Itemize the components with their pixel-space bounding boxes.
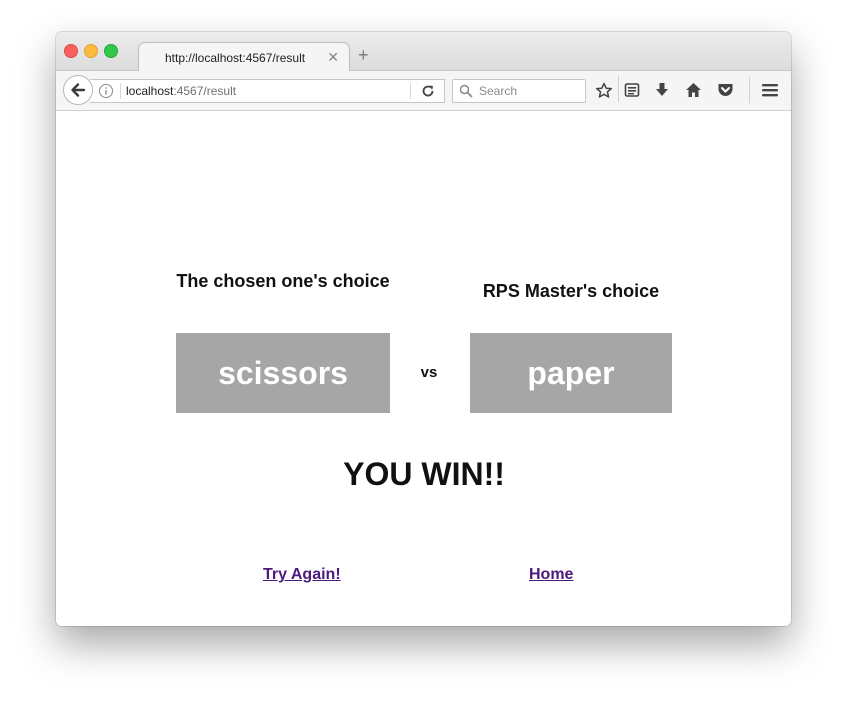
download-icon[interactable] <box>654 82 670 103</box>
player-choice-box: scissors <box>176 333 390 413</box>
title-bar: http://localhost:4567/result ✕ + <box>56 32 791 72</box>
menu-separator <box>749 77 750 103</box>
back-arrow-icon <box>71 83 86 97</box>
maximize-window-button[interactable] <box>104 44 118 58</box>
toolbar-separator <box>618 76 619 102</box>
url-separator <box>120 83 121 99</box>
result-heading: YOU WIN!! <box>343 456 505 492</box>
navigation-toolbar: localhost:4567/result Search <box>56 71 791 111</box>
browser-tab[interactable]: http://localhost:4567/result ✕ <box>138 42 350 72</box>
url-host: localhost <box>126 84 174 98</box>
search-input[interactable]: Search <box>452 79 586 103</box>
url-path: :4567/result <box>173 84 237 98</box>
computer-choice-heading: RPS Master's choice <box>482 281 660 301</box>
search-icon <box>459 84 473 103</box>
bookmark-star-icon[interactable] <box>595 82 613 104</box>
close-window-button[interactable] <box>64 44 78 58</box>
player-choice-heading: The chosen one's choice <box>176 271 390 291</box>
versus-label: vs <box>420 364 438 381</box>
address-bar[interactable]: localhost:4567/result <box>90 79 445 103</box>
search-placeholder: Search <box>479 84 518 98</box>
minimize-window-button[interactable] <box>84 44 98 58</box>
tab-title: http://localhost:4567/result <box>165 51 306 65</box>
browser-window: http://localhost:4567/result ✕ + localho… <box>56 32 791 626</box>
try-again-link[interactable]: Try Again! <box>263 566 341 584</box>
reload-icon[interactable] <box>420 83 436 104</box>
hamburger-menu-icon[interactable] <box>762 82 778 103</box>
tab-close-icon[interactable]: ✕ <box>327 49 339 66</box>
computer-choice-box: paper <box>470 333 672 413</box>
reading-list-icon[interactable] <box>624 82 640 103</box>
pocket-icon[interactable] <box>717 82 734 103</box>
new-tab-icon[interactable]: + <box>358 46 369 64</box>
home-link[interactable]: Home <box>529 566 573 584</box>
info-icon[interactable] <box>98 83 114 104</box>
page-content: The chosen one's choice RPS Master's cho… <box>56 111 791 626</box>
back-button[interactable] <box>63 75 93 105</box>
url-text[interactable]: localhost:4567/result <box>126 84 236 98</box>
reload-separator <box>410 83 411 99</box>
home-icon[interactable] <box>685 82 702 103</box>
